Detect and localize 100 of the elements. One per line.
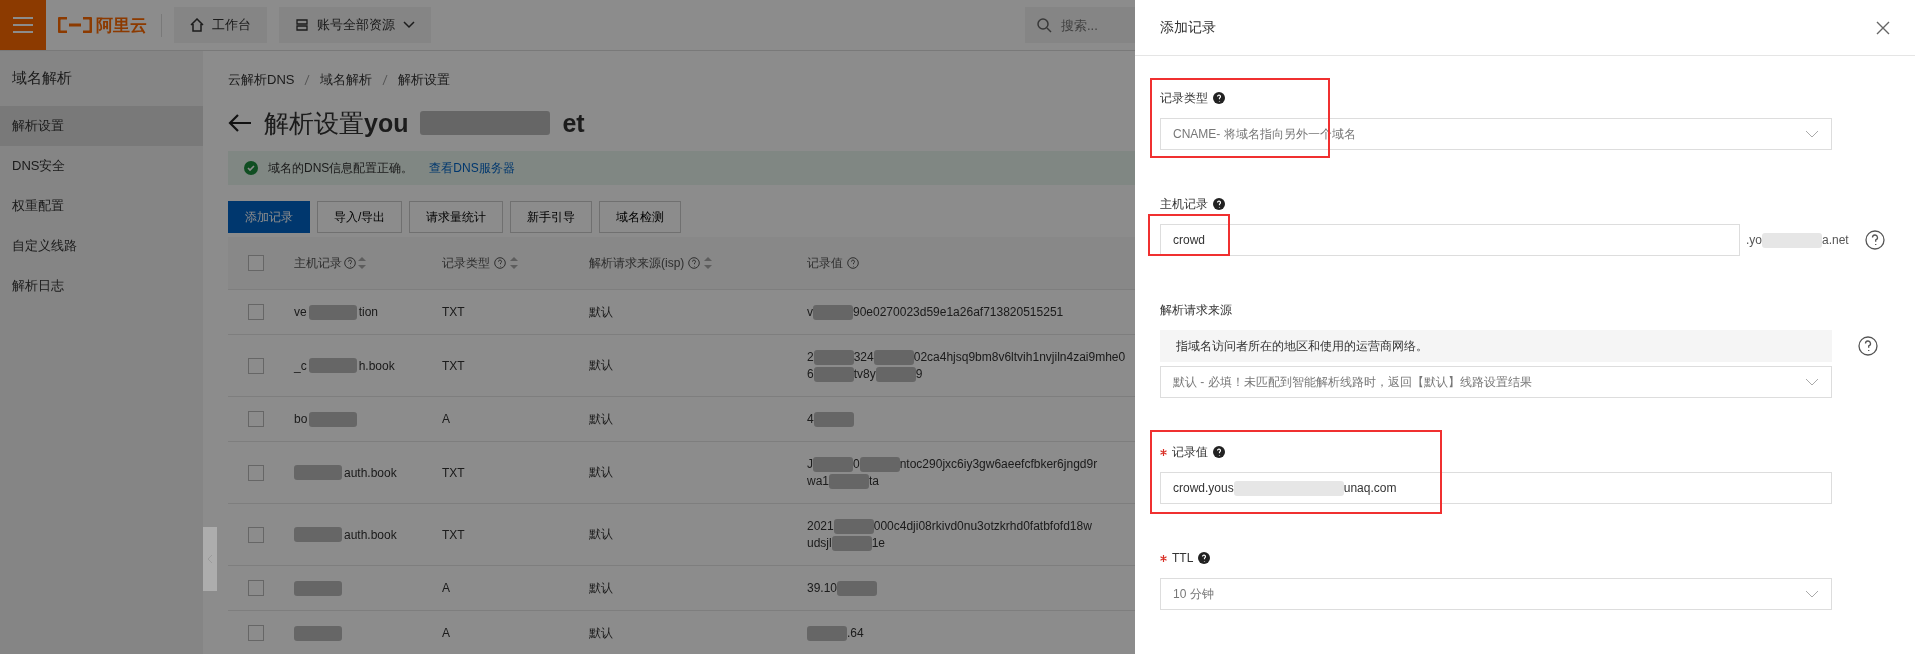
input-field[interactable]: crowd — [1160, 224, 1740, 256]
help-icon[interactable] — [1864, 230, 1885, 250]
help-icon[interactable] — [1213, 92, 1225, 104]
field-label: 记录值 — [1172, 443, 1208, 461]
toolbar-button[interactable]: 添加记录 — [228, 201, 310, 233]
table-cell: ntoc290jxc6iy3gw6aeefcfbker6jngd9r — [899, 457, 1098, 471]
redaction-blur — [837, 580, 878, 596]
column-header: 记录类型 — [442, 254, 490, 272]
collapse-handle[interactable] — [203, 527, 217, 591]
chevron-down-icon — [1805, 130, 1819, 138]
help-icon[interactable] — [1198, 552, 1211, 564]
table-cell: 默认 — [589, 624, 613, 642]
close-icon[interactable] — [1876, 20, 1890, 35]
help-icon[interactable] — [1213, 446, 1225, 458]
table-cell: auth.book — [344, 527, 397, 542]
redaction-blur — [873, 349, 914, 365]
table-cell: 默认 — [589, 579, 613, 597]
breadcrumb-separator-icon — [382, 74, 389, 86]
drawer-title: 添加记录 — [1160, 18, 1216, 37]
row-checkbox[interactable] — [248, 304, 264, 320]
server-icon — [295, 18, 309, 32]
table-cell: TXT — [442, 465, 465, 480]
table-cell: udsjl — [807, 536, 832, 550]
row-checkbox[interactable] — [248, 411, 264, 427]
toolbar-button[interactable]: 请求量统计 — [409, 201, 504, 233]
redaction-blur — [1762, 232, 1822, 248]
table-cell: auth.book — [344, 465, 397, 480]
toolbar-button[interactable]: 新手引导 — [510, 201, 593, 233]
row-checkbox[interactable] — [248, 580, 264, 596]
sidebar-item[interactable]: 解析设置 — [0, 106, 203, 146]
help-icon[interactable] — [1858, 336, 1878, 356]
table-cell: 90e0270023d59e1a26af713820515251 — [853, 305, 1064, 319]
row-checkbox[interactable] — [248, 526, 264, 543]
table-cell: 000c4dji08rkivd0nu3otzkrhd0fatbfofd18w — [873, 519, 1092, 533]
row-checkbox[interactable] — [248, 464, 264, 481]
table-cell: 默认 — [589, 526, 613, 543]
breadcrumb-link[interactable]: 云解析DNS — [228, 71, 295, 89]
table-cell: 4 — [807, 412, 814, 426]
row-checkbox[interactable] — [248, 625, 264, 641]
table-cell: v — [807, 305, 813, 319]
breadcrumb-separator-icon — [304, 74, 311, 86]
domain-name: you — [364, 108, 409, 138]
checkbox[interactable] — [248, 255, 264, 271]
row-checkbox[interactable] — [248, 357, 264, 374]
sort-icon[interactable] — [358, 256, 366, 270]
select-field[interactable]: 10 分钟 — [1160, 578, 1832, 610]
sidebar-item[interactable]: 解析日志 — [0, 266, 203, 306]
domain-name: et — [562, 108, 585, 138]
check-icon — [244, 161, 258, 175]
table-cell: bo — [294, 412, 308, 426]
sidebar-item[interactable]: DNS安全 — [0, 146, 203, 186]
dns-server-link[interactable]: 查看DNS服务器 — [429, 159, 515, 177]
logo-icon — [58, 17, 92, 33]
table-cell: _c — [294, 358, 307, 373]
table-cell: 2 — [807, 350, 814, 364]
input-field[interactable]: crowd.yous unaq.com — [1160, 472, 1832, 504]
chevron-down-icon — [1805, 590, 1819, 598]
table-cell: tv8y — [853, 367, 876, 381]
redaction-blur — [813, 366, 854, 382]
table-cell: TXT — [442, 305, 465, 319]
table-cell: 默认 — [589, 303, 613, 321]
select-field[interactable]: 默认 - 必填！未匹配到智能解析线路时，返回【默认】线路设置结果 — [1160, 366, 1832, 398]
sidebar-item[interactable]: 权重配置 — [0, 186, 203, 226]
toolbar-button[interactable]: 导入/导出 — [317, 201, 403, 233]
redaction-blur — [831, 535, 872, 551]
redaction-blur — [813, 349, 854, 365]
redaction-blur — [294, 580, 342, 596]
field-label: TTL — [1172, 551, 1194, 565]
table-cell: 9 — [915, 367, 923, 381]
redaction-blur — [859, 456, 900, 472]
redaction-blur — [833, 518, 874, 534]
table-cell: TXT — [442, 527, 465, 542]
toolbar-button[interactable]: 域名检测 — [599, 201, 682, 233]
search-field[interactable]: 搜索... — [1025, 7, 1135, 43]
breadcrumb-link[interactable]: 域名解析 — [320, 71, 373, 89]
resources-dropdown[interactable]: 账号全部资源 — [279, 7, 431, 43]
back-arrow-icon[interactable] — [228, 113, 252, 133]
sidebar-title: 域名解析 — [11, 68, 73, 88]
field-label: 解析请求来源 — [1160, 301, 1232, 319]
help-icon[interactable] — [1213, 198, 1225, 210]
table-cell: 6 — [807, 367, 814, 381]
table-cell: 02ca4hjsq9bm8v6ltvih1nvjiln4zai9mhe0 — [913, 350, 1126, 364]
menu-button[interactable] — [0, 0, 46, 50]
sidebar-item[interactable]: 自定义线路 — [0, 226, 203, 266]
chevron-down-icon — [1805, 378, 1819, 386]
workbench-button[interactable]: 工作台 — [174, 7, 267, 43]
table-cell: 0 — [853, 457, 860, 471]
domain-suffix: a.net — [1822, 233, 1849, 247]
redaction-blur — [308, 358, 357, 373]
sort-icon[interactable] — [510, 256, 518, 270]
redaction-blur — [829, 473, 869, 489]
alert-message: 域名的DNS信息配置正确。 — [268, 159, 414, 177]
table-cell: tion — [358, 305, 379, 319]
table-cell: .64 — [847, 626, 864, 640]
redaction-blur — [308, 304, 357, 320]
breadcrumb-link[interactable]: 解析设置 — [398, 71, 451, 89]
table-cell: wa1 — [807, 474, 829, 488]
sort-icon[interactable] — [704, 256, 713, 270]
redaction-blur — [294, 625, 342, 641]
table-cell: 324 — [853, 350, 874, 364]
